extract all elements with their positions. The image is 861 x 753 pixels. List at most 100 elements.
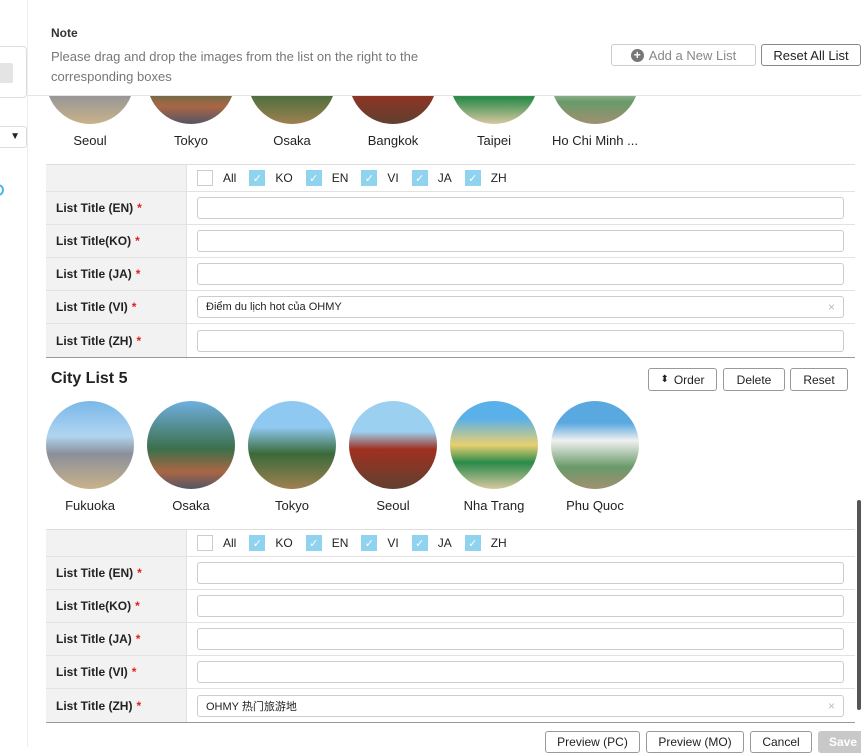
required-mark: * bbox=[137, 201, 142, 215]
list-title-input[interactable] bbox=[197, 329, 844, 352]
city-item[interactable]: Seoul bbox=[343, 401, 443, 513]
sort-icon: ⬍ bbox=[660, 374, 669, 385]
list-form-top: All ✓ KO ✓ EN ✓ VI ✓ JA ✓ ZH List Title (EN) * List T… bbox=[46, 164, 855, 358]
note-header: Note Please drag and drop the images fro… bbox=[28, 0, 861, 96]
preview-pc-button[interactable]: Preview (PC) bbox=[545, 731, 640, 753]
city-label: Nha Trang bbox=[463, 498, 525, 513]
checkbox-label: JA bbox=[437, 171, 452, 185]
language-label-cell bbox=[46, 165, 187, 191]
cancel-button[interactable]: Cancel bbox=[750, 731, 812, 753]
add-list-label: Add a New List bbox=[648, 47, 737, 63]
list-title-input[interactable] bbox=[197, 628, 844, 650]
scrollbar-thumb[interactable] bbox=[857, 500, 861, 710]
plus-circle-icon: + bbox=[630, 48, 644, 62]
field-label: List Title (VI) * bbox=[46, 656, 187, 688]
sidebar-dropdown[interactable]: ▼ bbox=[0, 126, 27, 148]
city-label: Ho Chi Minh ... bbox=[552, 133, 638, 148]
city-list-5-title: City List 5 bbox=[51, 370, 128, 387]
language-row: All ✓ KO ✓ EN ✓ VI ✓ JA ✓ ZH bbox=[46, 165, 855, 192]
checkbox-label: VI bbox=[387, 536, 399, 550]
order-button[interactable]: ⬍ Order bbox=[648, 368, 717, 391]
city-image[interactable] bbox=[551, 401, 639, 489]
form-row: List Title (JA) * bbox=[46, 623, 855, 656]
list-title-input[interactable] bbox=[197, 230, 844, 252]
checkbox-label: ZH bbox=[490, 536, 507, 550]
city-label: Tokyo bbox=[174, 133, 208, 148]
list-title-input[interactable] bbox=[197, 661, 844, 683]
note-text: Please drag and drop the images from the… bbox=[51, 49, 419, 84]
save-button[interactable]: Save bbox=[818, 731, 861, 753]
checkbox-ja[interactable]: ✓ bbox=[411, 535, 428, 551]
form-row: List Title (VI) * bbox=[46, 656, 855, 689]
field-label: List Title(KO) * bbox=[46, 225, 187, 257]
reset-all-list-button[interactable]: Reset All List bbox=[761, 44, 861, 66]
checkbox-all[interactable] bbox=[197, 170, 213, 186]
form-row: List Title (ZH) * bbox=[46, 324, 855, 357]
checkbox-ko[interactable]: ✓ bbox=[249, 170, 266, 186]
city-image[interactable] bbox=[349, 401, 437, 489]
list-title-input[interactable] bbox=[197, 197, 844, 219]
form-row: List Title (EN) * bbox=[46, 557, 855, 590]
city-image[interactable] bbox=[248, 401, 336, 489]
add-new-list-button[interactable]: + Add a New List bbox=[611, 44, 756, 66]
delete-button[interactable]: Delete bbox=[723, 368, 785, 391]
list-title-input[interactable]: Điểm du lịch hot của OHMY × bbox=[197, 296, 844, 318]
checkbox-label: ZH bbox=[490, 171, 507, 185]
city-label: Osaka bbox=[273, 133, 311, 148]
city-image[interactable] bbox=[147, 401, 235, 489]
checkbox-all[interactable] bbox=[197, 535, 213, 551]
field-label: List Title (ZH) * bbox=[46, 689, 187, 722]
city-label: Phu Quoc bbox=[566, 498, 624, 513]
checkbox-zh[interactable]: ✓ bbox=[464, 170, 481, 186]
city-item[interactable]: Tokyo bbox=[242, 401, 342, 513]
field-label: List Title (ZH) * bbox=[46, 324, 187, 357]
form-row: List Title (VI) * Điểm du lịch hot của OHM… bbox=[46, 291, 855, 324]
clear-icon[interactable]: × bbox=[828, 699, 835, 713]
language-label-cell bbox=[46, 530, 187, 556]
checkbox-ja[interactable]: ✓ bbox=[411, 170, 428, 186]
city-item[interactable]: Nha Trang bbox=[444, 401, 544, 513]
city-label: Fukuoka bbox=[65, 498, 115, 513]
checkbox-vi[interactable]: ✓ bbox=[361, 170, 378, 186]
city-image[interactable] bbox=[46, 401, 134, 489]
checkbox-label: KO bbox=[275, 536, 293, 550]
checkbox-label: EN bbox=[331, 536, 349, 550]
sidebar-card[interactable] bbox=[0, 46, 27, 98]
list-title-input[interactable] bbox=[197, 595, 844, 617]
required-mark: * bbox=[131, 665, 137, 679]
city-image[interactable] bbox=[450, 401, 538, 489]
list-title-input[interactable] bbox=[197, 263, 844, 285]
checkbox-ko[interactable]: ✓ bbox=[249, 535, 266, 551]
reset-button[interactable]: Reset bbox=[790, 368, 848, 391]
left-sidebar: ▼ bbox=[0, 0, 28, 747]
field-label: List Title(KO) * bbox=[46, 590, 187, 622]
required-mark: * bbox=[136, 698, 142, 713]
sidebar-radio[interactable] bbox=[0, 184, 4, 196]
checkbox-zh[interactable]: ✓ bbox=[464, 535, 481, 551]
clear-icon[interactable]: × bbox=[828, 300, 835, 314]
list-title-input[interactable] bbox=[197, 562, 844, 584]
required-mark: * bbox=[131, 300, 137, 314]
city-item[interactable]: Osaka bbox=[141, 401, 241, 513]
city-label: Osaka bbox=[172, 498, 210, 513]
city-label: Bangkok bbox=[367, 133, 419, 148]
city-item[interactable]: Fukuoka bbox=[40, 401, 140, 513]
city-item[interactable]: Phu Quoc bbox=[545, 401, 645, 513]
form-row: List Title (ZH) * OHMY 热门旅游地 × bbox=[46, 689, 855, 722]
list-title-input[interactable]: OHMY 热门旅游地 × bbox=[197, 694, 844, 717]
checkbox-vi[interactable]: ✓ bbox=[361, 535, 378, 551]
field-label: List Title (VI) * bbox=[46, 291, 187, 323]
order-label: Order bbox=[673, 372, 705, 387]
city-label: Seoul bbox=[376, 498, 410, 513]
field-label: List Title (JA) * bbox=[46, 623, 187, 655]
field-label: List Title (EN) * bbox=[46, 192, 187, 224]
form-row: List Title(KO) * bbox=[46, 225, 855, 258]
field-label: List Title (JA) * bbox=[46, 258, 187, 290]
checkbox-en[interactable]: ✓ bbox=[305, 535, 322, 551]
preview-mo-button[interactable]: Preview (MO) bbox=[646, 731, 744, 753]
checkbox-en[interactable]: ✓ bbox=[305, 170, 322, 186]
city-label: Taipei bbox=[477, 133, 511, 148]
city-label: Seoul bbox=[73, 133, 107, 148]
language-row: All ✓ KO ✓ EN ✓ VI ✓ JA ✓ ZH bbox=[46, 530, 855, 557]
checkbox-label: JA bbox=[437, 536, 452, 550]
